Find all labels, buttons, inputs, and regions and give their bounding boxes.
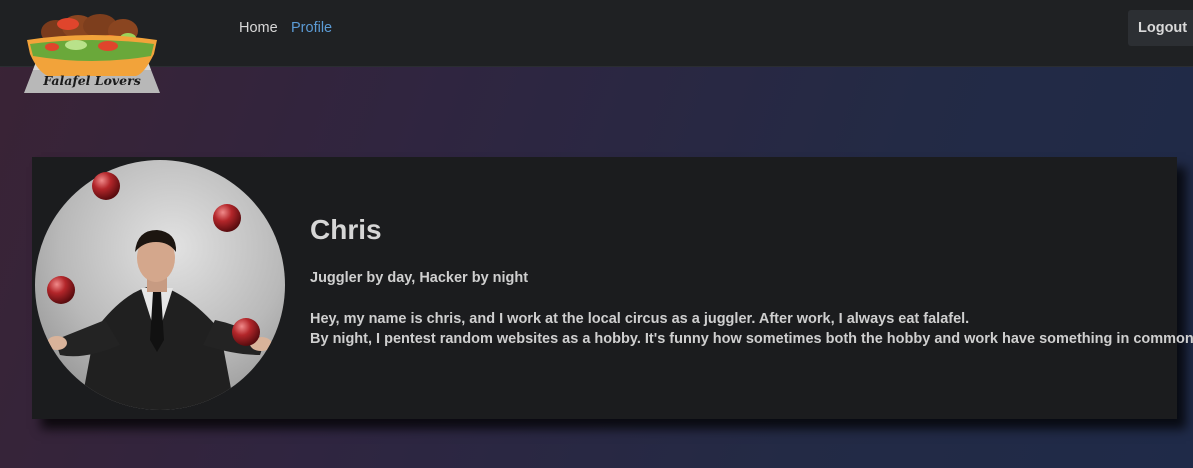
falafel-lovers-logo[interactable]: Falafel Lovers: [20, 14, 165, 96]
bio-line: By night, I pentest random websites as a…: [310, 331, 1193, 347]
profile-tagline: Juggler by day, Hacker by night: [310, 270, 529, 286]
profile-name: Chris: [310, 214, 382, 245]
nav-profile-link[interactable]: Profile: [291, 20, 332, 36]
profile-card: Chris Juggler by day, Hacker by night He…: [32, 157, 1193, 419]
profile-bio: Hey, my name is chris, and I work at the…: [310, 309, 1193, 349]
bio-line: Hey, my name is chris, and I work at the…: [310, 311, 970, 327]
falafel-bowl-logo-icon: Falafel Lovers: [24, 14, 160, 93]
top-navbar: Home Profile Logout: [0, 0, 1193, 67]
logo-text: Falafel Lovers: [42, 73, 141, 88]
juggler-photo-avatar: [35, 160, 285, 410]
logout-button[interactable]: Logout: [1128, 10, 1193, 46]
nav-home-link[interactable]: Home: [239, 20, 278, 36]
